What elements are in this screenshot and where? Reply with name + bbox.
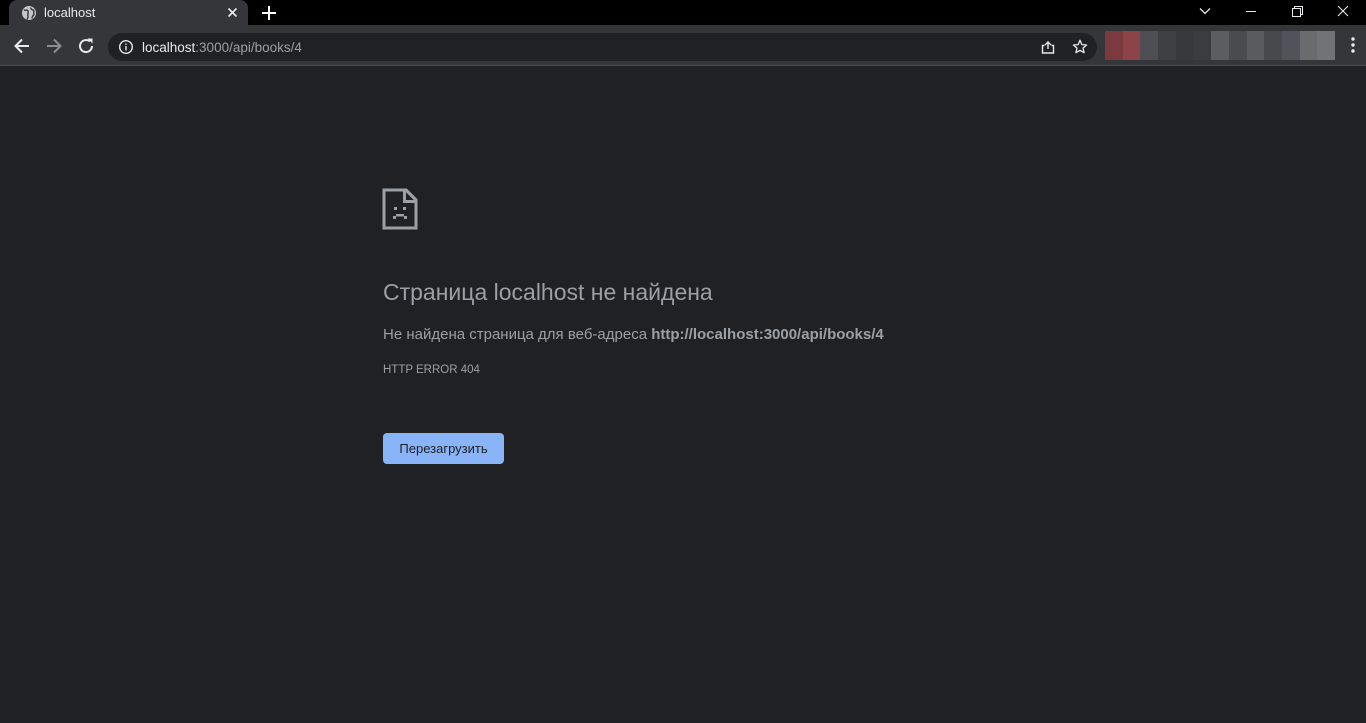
share-icon[interactable]	[1039, 38, 1057, 56]
globe-icon	[22, 6, 36, 20]
url-text[interactable]: localhost:3000/api/books/4	[142, 40, 302, 55]
error-code: HTTP ERROR 404	[383, 364, 480, 376]
restore-icon	[1292, 6, 1303, 17]
back-arrow-icon[interactable]	[10, 34, 34, 58]
tab-localhost[interactable]: localhost	[9, 0, 248, 25]
close-icon	[1337, 5, 1349, 17]
forward-arrow-icon[interactable]	[42, 34, 66, 58]
tab-title: localhost	[44, 5, 96, 20]
error-description: Не найдена страница для веб-адреса http:…	[383, 326, 884, 344]
url-host: localhost	[142, 40, 196, 55]
window-close-button[interactable]	[1320, 0, 1366, 25]
chevron-down-icon	[1199, 8, 1211, 15]
blurred-extensions	[1105, 31, 1335, 60]
sad-page-icon	[382, 188, 418, 230]
star-icon[interactable]	[1071, 38, 1089, 56]
restore-button[interactable]	[1274, 0, 1320, 25]
close-icon[interactable]	[224, 4, 241, 21]
tab-search-button[interactable]	[1182, 0, 1228, 25]
tab-strip: localhost	[0, 0, 1366, 25]
menu-kebab-icon[interactable]	[1344, 35, 1362, 55]
error-page: Страница localhost не найдена Не найдена…	[0, 66, 1366, 723]
info-icon[interactable]	[118, 39, 134, 55]
reload-icon[interactable]	[74, 34, 98, 58]
address-bar[interactable]: localhost:3000/api/books/4	[108, 33, 1097, 61]
minimize-button[interactable]	[1228, 0, 1274, 25]
description-url: http://localhost:3000/api/books/4	[651, 326, 884, 343]
toolbar: localhost:3000/api/books/4	[0, 25, 1366, 66]
minimize-icon	[1246, 11, 1256, 12]
page-title: Страница localhost не найдена	[383, 279, 713, 305]
reload-button[interactable]: Перезагрузить	[383, 433, 504, 464]
plus-icon[interactable]	[259, 3, 279, 23]
url-path: :3000/api/books/4	[195, 40, 302, 55]
description-text: Не найдена страница для веб-адреса	[383, 326, 652, 343]
